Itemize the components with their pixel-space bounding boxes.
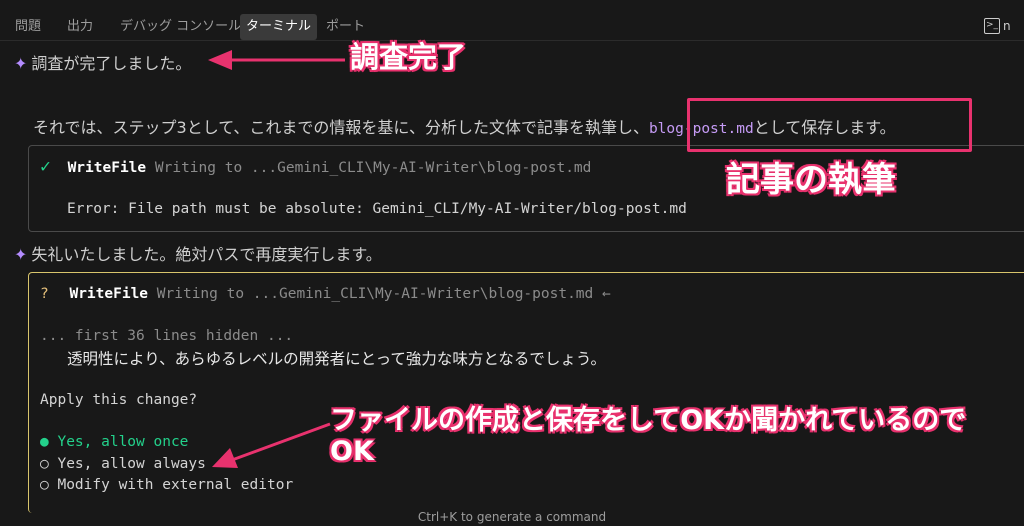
arrow-survey-head xyxy=(208,50,232,70)
arrow-confirm xyxy=(231,422,331,462)
annotation-confirm-line1: ファイルの作成と保存をしてOKか聞かれているので xyxy=(330,405,967,436)
annotation-confirm-line2: OK xyxy=(330,436,374,467)
annotation-survey-done: 調査完了 xyxy=(350,40,467,74)
annotation-arrows xyxy=(208,50,345,468)
annotation-writing: 記事の執筆 xyxy=(726,160,896,200)
